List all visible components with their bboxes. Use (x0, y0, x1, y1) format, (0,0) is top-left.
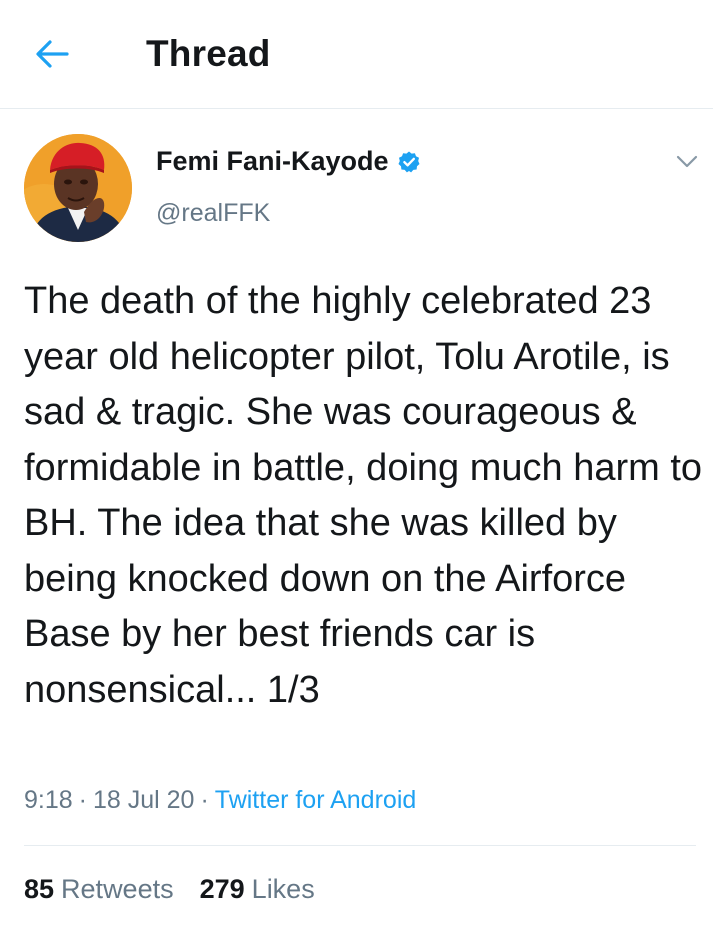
tweet-menu-button[interactable] (672, 150, 702, 174)
tweet-date: 18 Jul 20 (93, 786, 195, 814)
author-handle[interactable]: @realFFK (156, 199, 270, 228)
thread-screen: Thread Femi Fani-Kayode @realFFK The dea… (0, 0, 713, 928)
tweet-stats: 85 Retweets 279 Likes (24, 874, 315, 905)
verified-badge-icon (397, 150, 421, 174)
tweet-meta: 9:18 · 18 Jul 20 · Twitter for Android (24, 786, 416, 815)
author-name[interactable]: Femi Fani-Kayode (156, 146, 421, 177)
avatar[interactable] (24, 134, 132, 242)
page-title: Thread (146, 33, 271, 74)
author-name-text: Femi Fani-Kayode (156, 146, 389, 176)
tweet-source-link[interactable]: Twitter for Android (215, 786, 416, 814)
likes-stat[interactable]: 279 Likes (200, 874, 315, 905)
back-button[interactable] (30, 34, 74, 74)
chevron-down-icon (676, 155, 698, 168)
meta-separator: · (78, 786, 87, 814)
meta-separator: · (200, 786, 209, 814)
divider (24, 845, 696, 846)
header-bar: Thread (0, 0, 713, 109)
retweets-label: Retweets (61, 874, 174, 904)
likes-count: 279 (199, 874, 245, 904)
arrow-left-icon (36, 40, 69, 68)
avatar-photo (24, 134, 132, 242)
likes-label: Likes (251, 874, 315, 904)
tweet-text: The death of the highly celebrated 23 ye… (24, 280, 703, 711)
tweet-time: 9:18 (24, 786, 73, 814)
retweets-count: 85 (24, 874, 55, 904)
retweets-stat[interactable]: 85 Retweets (24, 874, 174, 905)
